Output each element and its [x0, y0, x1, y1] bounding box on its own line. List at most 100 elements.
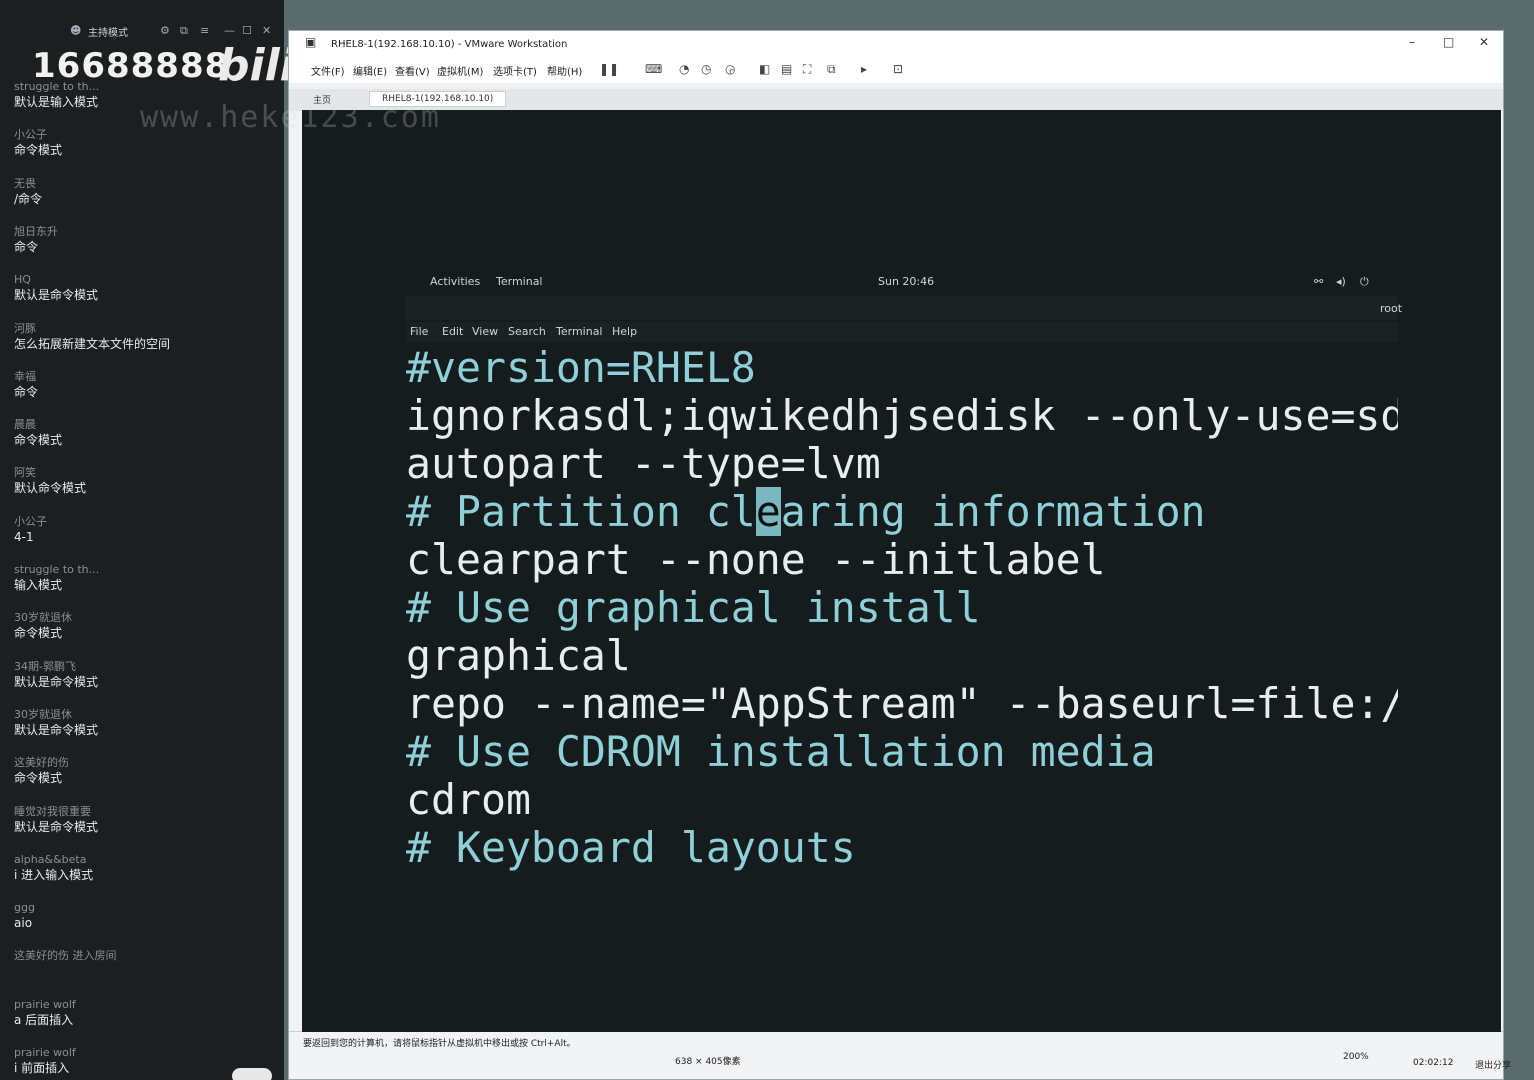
watermark: www.heke123.com	[140, 100, 441, 135]
chat-message: alpha&&beta i 进入输入模式	[14, 853, 276, 883]
terminal-menu-file[interactable]: File	[410, 325, 428, 338]
send-keys-icon[interactable]: ⌨	[645, 62, 662, 76]
menu-vm[interactable]: 虚拟机(M)	[437, 63, 483, 78]
chat-text: a 后面插入	[14, 1012, 74, 1027]
minimize-icon[interactable]: —	[224, 24, 235, 37]
maximize-button[interactable]: □	[1443, 35, 1454, 49]
chat-username: alpha&&beta	[14, 852, 87, 866]
editor-line: cdrom	[406, 775, 531, 824]
chat-text: 默认是命令模式	[14, 288, 99, 303]
terminal-menu-view[interactable]: View	[472, 325, 498, 338]
chat-text: 默认是命令模式	[14, 722, 99, 737]
vmware-app-icon: ▣	[305, 35, 317, 49]
terminal-menubar: File Edit View Search Terminal Help	[406, 322, 1398, 342]
chat-username: 这美好的伤	[14, 756, 69, 770]
terminal-menu-terminal[interactable]: Terminal	[556, 325, 603, 338]
close-icon[interactable]: ✕	[262, 24, 271, 37]
window-title: RHEL8-1(192.168.10.10) - VMware Workstat…	[331, 39, 568, 50]
zoom-label: 200%	[1343, 1052, 1369, 1062]
thumbnail-icon[interactable]: ▤	[781, 62, 792, 76]
settings-icon[interactable]: ⚙	[160, 24, 170, 37]
chat-message: 阿笑 默认命令模式	[14, 466, 276, 496]
gnome-clock[interactable]: Sun 20:46	[878, 275, 934, 288]
menu-edit[interactable]: 编辑(E)	[353, 63, 387, 78]
chat-username: prairie wolf	[14, 1046, 76, 1059]
volume-icon[interactable]: ◂)	[1336, 275, 1346, 288]
chat-text: 命令模式	[14, 626, 63, 641]
resolution-label: 638 × 405像素	[675, 1057, 741, 1067]
editor-line: # Keyboard layouts	[406, 823, 856, 872]
chat-text: 4-1	[14, 529, 34, 544]
stretch-icon[interactable]: ⊡	[893, 62, 903, 76]
gnome-topbar: Activities Terminal Sun 20:46 ⚯ ◂) ⏻	[406, 272, 1398, 292]
console-icon[interactable]: ▸	[861, 62, 867, 76]
chat-username: prairie wolf	[14, 997, 76, 1011]
chat-message: 旭日东升 命令	[14, 225, 276, 255]
editor-line: ignorkasdl;iqwikedhjsedisk --only-use=sd	[406, 391, 1398, 440]
maximize-icon[interactable]: ☐	[242, 24, 252, 37]
chat-username: HQ	[14, 273, 31, 287]
menu-icon[interactable]: ≡	[200, 24, 209, 37]
vmware-statusbar: 要返回到您的计算机，请将鼠标指针从虚拟机中移出或按 Ctrl+Alt。 638 …	[289, 1031, 1511, 1078]
popout-icon[interactable]: ⧉	[180, 24, 188, 38]
vmware-menubar: 文件(F) 编辑(E) 查看(V) 虚拟机(M) 选项卡(T) 帮助(H) ❚❚…	[289, 57, 1503, 83]
terminal-menu-help[interactable]: Help	[612, 325, 637, 338]
chat-username: 30岁就退休	[14, 611, 72, 625]
terminal-menu-edit[interactable]: Edit	[442, 325, 463, 338]
chat-username: 30岁就退休	[14, 707, 72, 721]
chat-text: aio	[14, 916, 33, 931]
menu-view[interactable]: 查看(V)	[395, 63, 430, 78]
minimize-button[interactable]: –	[1409, 35, 1415, 49]
menu-tabs[interactable]: 选项卡(T)	[493, 63, 537, 78]
cursor-line-text: # Partition clearing information	[406, 487, 1206, 536]
chat-username: 阿笑	[14, 466, 36, 480]
terminal-title-fragment: root	[1380, 302, 1403, 315]
chat-username: struggle to th...	[14, 563, 100, 576]
vim-editor[interactable]: #version=RHEL8 ignorkasdl;iqwikedhjsedis…	[406, 342, 1398, 942]
power-icon[interactable]: ⏻	[1360, 275, 1369, 289]
chat-send-button[interactable]	[232, 1068, 272, 1080]
chat-text: /命令	[14, 191, 43, 206]
chat-message: 30岁就退休 命令模式	[14, 611, 276, 641]
chat-message: 小公子 4-1	[14, 515, 276, 545]
chat-message: ggg aio	[14, 901, 276, 931]
chat-text: 怎么拓展新建文本文件的空间	[14, 336, 171, 351]
chat-username: 河豚	[14, 321, 36, 335]
chat-message: struggle to th... 输入模式	[14, 563, 276, 593]
menu-file[interactable]: 文件(F)	[311, 63, 345, 78]
chat-message: 河豚 怎么拓展新建文本文件的空间	[14, 322, 276, 352]
terminal-app-menu[interactable]: Terminal	[496, 275, 543, 288]
fullscreen-icon[interactable]: ⛶	[803, 62, 811, 77]
revert-snapshot-icon[interactable]: ◷	[701, 62, 711, 76]
chat-text: 命令模式	[14, 433, 63, 448]
unity-icon[interactable]: ⧉	[827, 62, 836, 77]
bilibili-logo: bili	[218, 40, 295, 91]
exit-share-button[interactable]: 退出分享	[1475, 1058, 1511, 1071]
chat-text: i 进入输入模式	[14, 867, 94, 882]
terminal-menu-search[interactable]: Search	[508, 325, 546, 338]
host-mode-label: 主持模式	[88, 28, 128, 39]
pause-icon[interactable]: ❚❚	[599, 62, 619, 76]
chat-text: 命令模式	[14, 771, 63, 786]
chat-text: 命令	[14, 239, 39, 254]
editor-line: # Use CDROM installation media	[406, 727, 1156, 776]
chat-username: ggg	[14, 901, 35, 915]
sidebar-icon[interactable]: ◧	[759, 62, 770, 76]
chat-username: 晨晨	[14, 418, 36, 432]
close-button[interactable]: ✕	[1479, 35, 1489, 49]
chat-message: 晨晨 命令模式	[14, 418, 276, 448]
snapshot-manager-icon[interactable]: ◶	[725, 62, 735, 76]
editor-line: repo --name="AppStream" --baseurl=file:/	[406, 679, 1398, 728]
chat-username: 34期-郭鹏飞	[14, 659, 76, 673]
activities-button[interactable]: Activities	[430, 275, 480, 288]
clock-label: 02:02:12	[1413, 1058, 1454, 1068]
chat-message: 这美好的伤 命令模式	[14, 756, 276, 786]
chat-text: 命令模式	[14, 143, 63, 158]
chat-username: 无畏	[14, 176, 36, 190]
network-icon[interactable]: ⚯	[1314, 275, 1323, 288]
chat-text: 默认是命令模式	[14, 674, 99, 689]
chat-message: 30岁就退休 默认是命令模式	[14, 708, 276, 738]
snapshot-icon[interactable]: ◔	[679, 62, 689, 76]
chat-username: 幸福	[14, 369, 36, 383]
menu-help[interactable]: 帮助(H)	[547, 63, 582, 78]
